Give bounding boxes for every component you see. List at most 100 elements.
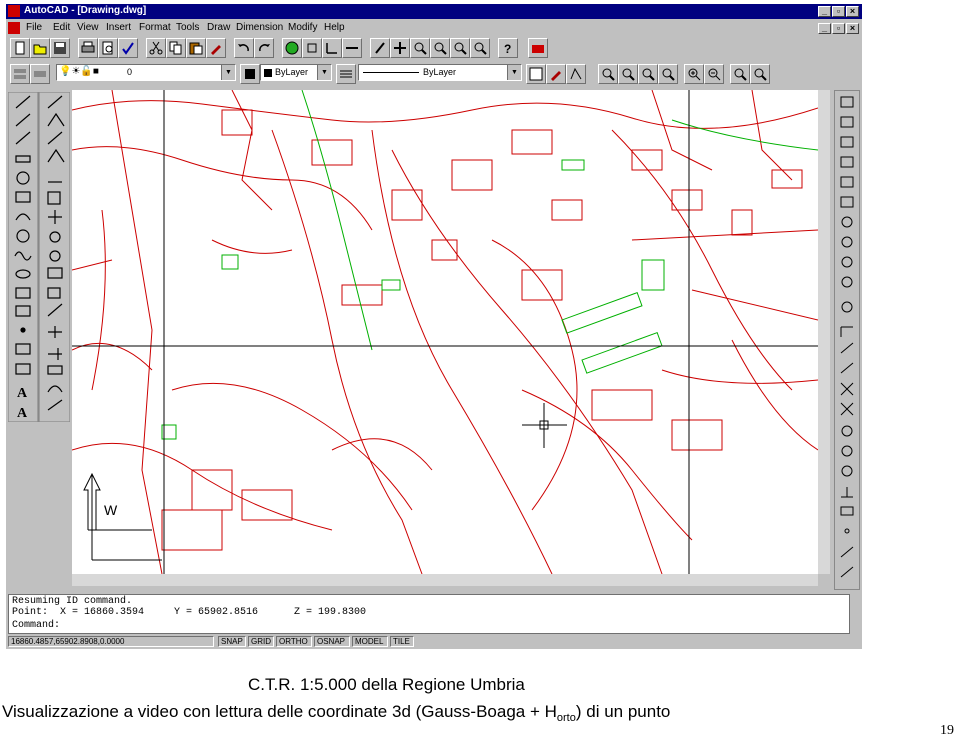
object-snap-button[interactable] (302, 38, 322, 58)
page-number: 19 (940, 723, 954, 738)
zoom-extents-button[interactable] (750, 64, 770, 84)
vertical-scrollbar[interactable] (818, 90, 830, 574)
doc-minimize-button[interactable]: _ (818, 23, 831, 34)
grid-toggle[interactable]: GRID (248, 636, 274, 647)
map-drawing: W (72, 90, 818, 574)
caption-description: Visualizzazione a video con lettura dell… (2, 702, 671, 724)
zoom-all2-button[interactable] (730, 64, 750, 84)
zoom-center-button[interactable] (658, 64, 678, 84)
caption-text-post: ) di un punto (575, 702, 671, 721)
menu-draw[interactable]: Draw (207, 22, 230, 33)
color-control[interactable]: ByLayer ▼ (260, 64, 332, 81)
command-window[interactable]: Resuming ID command. Point: X = 16860.35… (8, 594, 850, 634)
layers-button[interactable] (10, 64, 30, 84)
edit-button[interactable] (566, 64, 586, 84)
caption-title: C.T.R. 1:5.000 della Regione Umbria (248, 675, 525, 694)
title-bar: AutoCAD - [Drawing.dwg] _ ▫ × (6, 4, 862, 19)
doc-restore-button[interactable]: ▫ (832, 23, 845, 34)
zoom-in-button[interactable] (598, 64, 618, 84)
pan-button[interactable] (390, 38, 410, 58)
autocad-window: AutoCAD - [Drawing.dwg] _ ▫ × File Edit … (6, 4, 862, 649)
menu-view[interactable]: View (77, 22, 99, 33)
layer-name: 0 (127, 67, 133, 77)
ucs-button[interactable] (322, 38, 342, 58)
new-button[interactable] (10, 38, 30, 58)
tile-toggle[interactable]: TILE (390, 636, 414, 647)
color-swatch (264, 69, 272, 77)
svg-text:A: A (17, 386, 28, 401)
zoom-dynamic-button[interactable] (618, 64, 638, 84)
spelling-button[interactable] (118, 38, 138, 58)
close-button[interactable]: × (846, 6, 859, 17)
menu-insert[interactable]: Insert (106, 22, 131, 33)
osnap-toggle[interactable]: OSNAP (314, 636, 350, 647)
snap-toolbar-icons (840, 96, 854, 578)
ortho-toggle[interactable]: ORTHO (276, 636, 312, 647)
make-object-layer-current-button[interactable] (30, 64, 50, 84)
maximize-button[interactable]: ▫ (832, 6, 845, 17)
zoom-all-button[interactable] (470, 38, 490, 58)
app-icon-button[interactable] (528, 38, 548, 58)
chevron-down-icon: ▼ (221, 65, 235, 80)
svg-text:?: ? (504, 42, 511, 55)
horizontal-scrollbar[interactable] (72, 574, 818, 586)
chevron-down-icon: ▼ (507, 65, 521, 80)
svg-text:W: W (104, 502, 118, 518)
zoom-realtime-button[interactable] (430, 38, 450, 58)
zoom-scale-button[interactable] (638, 64, 658, 84)
zoom-previous-button[interactable] (450, 38, 470, 58)
paste-button[interactable] (186, 38, 206, 58)
inquiry-button[interactable] (342, 38, 362, 58)
menu-tools[interactable]: Tools (176, 22, 199, 33)
launch-browser-button[interactable] (282, 38, 302, 58)
menu-format[interactable]: Format (139, 22, 171, 33)
linetype-control[interactable]: ByLayer ▼ (358, 64, 522, 81)
standard-toolbar: ? (8, 38, 568, 60)
menu-bar: File Edit View Insert Format Tools Draw … (6, 20, 862, 36)
coordinate-readout: 16860.4857,65902.8908,0.0000 (8, 636, 214, 647)
toolbar-icons: A A (7, 91, 71, 423)
model-toggle[interactable]: MODEL (352, 636, 388, 647)
object-snap-toolbar (834, 90, 860, 590)
print-button[interactable] (78, 38, 98, 58)
doc-close-button[interactable]: × (846, 23, 859, 34)
autocad-logo-icon (8, 5, 20, 17)
help-button[interactable]: ? (498, 38, 518, 58)
menu-dimension[interactable]: Dimension (236, 22, 283, 33)
print-preview-button[interactable] (98, 38, 118, 58)
drawing-area[interactable]: W (72, 90, 818, 574)
menu-edit[interactable]: Edit (53, 22, 70, 33)
menu-help[interactable]: Help (324, 22, 345, 33)
linetype-sample (363, 72, 419, 73)
copy-button[interactable] (166, 38, 186, 58)
undo-button[interactable] (234, 38, 254, 58)
object-properties-toolbar: 💡☀🔓■ 0 ▼ ByLayer ▼ ByLayer ▼ (8, 64, 858, 86)
layer-control[interactable]: 💡☀🔓■ 0 ▼ (56, 64, 236, 81)
snap-toggle[interactable]: SNAP (218, 636, 246, 647)
ucs-icon: W (83, 472, 162, 561)
layer-previous-button[interactable] (240, 64, 260, 84)
redraw-button[interactable] (370, 38, 390, 58)
minimize-button[interactable]: _ (818, 6, 831, 17)
linetype-value: ByLayer (423, 67, 457, 77)
zoom-window-button[interactable] (410, 38, 430, 58)
redo-button[interactable] (254, 38, 274, 58)
layer-state-icons: 💡☀🔓■ (59, 66, 99, 77)
menu-file[interactable]: File (26, 22, 42, 33)
document-icon (8, 22, 20, 34)
cut-button[interactable] (146, 38, 166, 58)
menu-modify[interactable]: Modify (288, 22, 317, 33)
zoom-plus-button[interactable] (684, 64, 704, 84)
properties-button[interactable] (526, 64, 546, 84)
svg-text:A: A (17, 406, 28, 421)
save-button[interactable] (50, 38, 70, 58)
caption-subscript: orto (556, 712, 576, 724)
command-history-line-2: Point: X = 16860.3594 Y = 65902.8516 Z =… (12, 607, 367, 618)
match-properties-button[interactable] (206, 38, 226, 58)
zoom-minus-button[interactable] (704, 64, 724, 84)
match-button[interactable] (546, 64, 566, 84)
open-button[interactable] (30, 38, 50, 58)
linetype-button[interactable] (336, 64, 356, 84)
color-value: ByLayer (275, 67, 309, 77)
command-prompt[interactable]: Command: (12, 620, 60, 631)
